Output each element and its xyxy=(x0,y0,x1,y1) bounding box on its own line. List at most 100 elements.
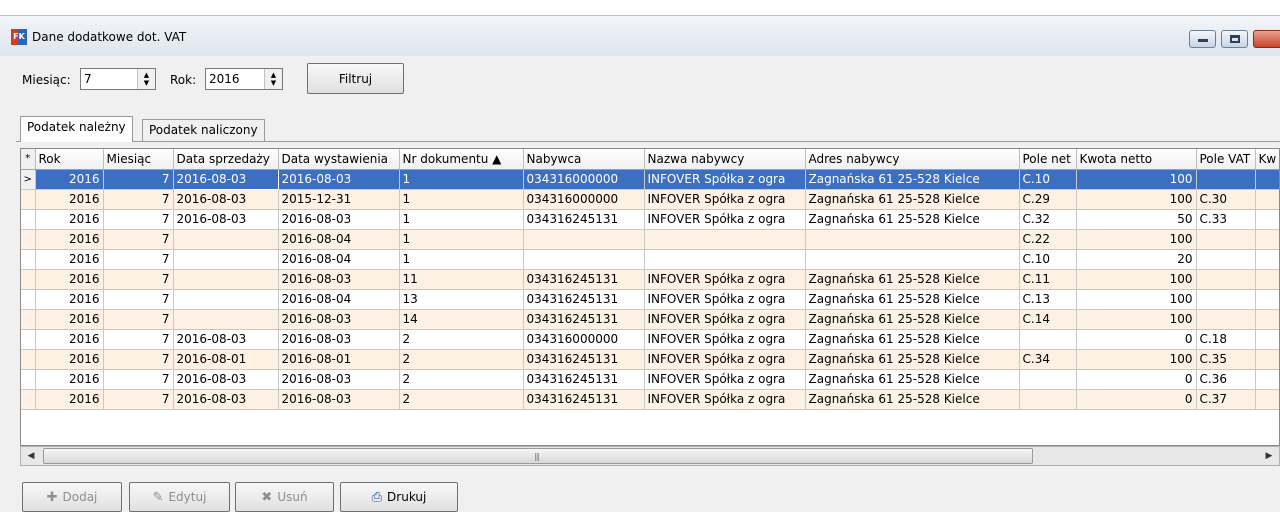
table-cell[interactable]: Zagnańska 61 25-528 Kielce xyxy=(805,329,1020,350)
col-header-buyer[interactable]: Nabywca xyxy=(523,149,645,170)
table-cell[interactable]: 2016 xyxy=(35,289,104,310)
table-cell[interactable]: 7 xyxy=(103,189,174,210)
table-cell[interactable] xyxy=(1255,309,1279,330)
table-cell[interactable]: 7 xyxy=(103,389,174,410)
table-cell[interactable]: 2016 xyxy=(35,209,104,230)
table-cell[interactable]: Zagnańska 61 25-528 Kielce xyxy=(805,169,1020,190)
spinner-arrows-icon[interactable]: ▲ ▼ xyxy=(137,69,155,89)
table-cell[interactable] xyxy=(1255,289,1279,310)
table-cell[interactable]: 2016-08-03 xyxy=(173,209,279,230)
col-header-vat-amount[interactable]: Kw xyxy=(1255,149,1279,170)
table-cell[interactable]: C.37 xyxy=(1196,389,1256,410)
vat-data-grid[interactable]: * Rok Miesiąc Data sprzedaży Data wystaw… xyxy=(20,148,1280,446)
table-cell[interactable]: C.10 xyxy=(1019,169,1077,190)
table-cell[interactable] xyxy=(1019,389,1077,410)
maximize-button[interactable] xyxy=(1221,30,1248,48)
minimize-button[interactable] xyxy=(1189,30,1216,48)
table-cell[interactable]: 2 xyxy=(399,369,524,390)
table-cell[interactable]: 1 xyxy=(399,229,524,250)
table-cell[interactable]: 7 xyxy=(103,269,174,290)
col-header-sale-date[interactable]: Data sprzedaży xyxy=(173,149,279,170)
row-indicator[interactable] xyxy=(21,249,36,270)
table-cell[interactable]: Zagnańska 61 25-528 Kielce xyxy=(805,269,1020,290)
table-cell[interactable]: 2016-08-03 xyxy=(173,189,279,210)
table-cell[interactable]: INFOVER Spółka z ogra xyxy=(644,329,806,350)
table-row[interactable]: >2016 7 2016-08-03 2016-08-03 1 034316000000 I… xyxy=(21,168,1279,190)
table-cell[interactable]: C.30 xyxy=(1196,189,1256,210)
table-cell[interactable]: C.35 xyxy=(1196,349,1256,370)
col-header-buyer-address[interactable]: Adres nabywcy xyxy=(805,149,1020,170)
table-cell[interactable]: 2016 xyxy=(35,189,104,210)
col-header-issue-date[interactable]: Data wystawienia xyxy=(278,149,400,170)
print-button[interactable]: ⎙ Drukuj xyxy=(340,482,458,512)
table-cell[interactable] xyxy=(1196,309,1256,330)
table-cell[interactable]: 7 xyxy=(103,349,174,370)
table-cell[interactable]: 2016-08-03 xyxy=(173,329,279,350)
table-cell[interactable]: 0 xyxy=(1076,329,1197,350)
table-cell[interactable]: 2016-08-03 xyxy=(278,369,400,390)
table-cell[interactable]: INFOVER Spółka z ogra xyxy=(644,289,806,310)
row-indicator[interactable] xyxy=(21,289,36,310)
table-cell[interactable]: 1 xyxy=(399,209,524,230)
table-cell[interactable]: 034316245131 xyxy=(523,349,645,370)
table-cell[interactable]: 034316245131 xyxy=(523,389,645,410)
table-cell[interactable]: 2016-08-04 xyxy=(278,289,400,310)
table-cell[interactable]: 034316245131 xyxy=(523,309,645,330)
table-cell[interactable]: 50 xyxy=(1076,209,1197,230)
row-indicator[interactable] xyxy=(21,229,36,250)
table-cell[interactable] xyxy=(523,249,645,270)
table-row[interactable]: 2016 7 2016-08-04 1 C.22 100 xyxy=(21,229,1279,250)
table-cell[interactable]: C.18 xyxy=(1196,329,1256,350)
table-cell[interactable]: 2016-08-01 xyxy=(278,349,400,370)
table-row[interactable]: 2016 7 2016-08-03 11 034316245131 INFOVER Spó… xyxy=(21,269,1279,290)
table-row[interactable]: 2016 7 2016-08-03 2015-12-31 1 034316000000 IN… xyxy=(21,189,1279,210)
table-cell[interactable]: 2 xyxy=(399,349,524,370)
table-cell[interactable]: 100 xyxy=(1076,309,1197,330)
table-cell[interactable]: 100 xyxy=(1076,169,1197,190)
table-cell[interactable]: 1 xyxy=(399,249,524,270)
table-cell[interactable] xyxy=(1255,269,1279,290)
col-header-month[interactable]: Miesiąc xyxy=(103,149,174,170)
table-cell[interactable]: 2016-08-03 xyxy=(278,269,400,290)
filter-button[interactable]: Filtruj xyxy=(307,63,404,94)
table-cell[interactable]: 14 xyxy=(399,309,524,330)
table-row[interactable]: 2016 7 2016-08-03 2016-08-03 1 034316245131 IN… xyxy=(21,209,1279,230)
row-indicator[interactable] xyxy=(21,269,36,290)
col-header-year[interactable]: Rok xyxy=(35,149,104,170)
table-cell[interactable] xyxy=(1255,369,1279,390)
table-cell[interactable]: 2016-08-01 xyxy=(173,349,279,370)
table-cell[interactable]: C.11 xyxy=(1019,269,1077,290)
table-cell[interactable] xyxy=(173,289,279,310)
table-cell[interactable]: 7 xyxy=(103,249,174,270)
table-cell[interactable]: Zagnańska 61 25-528 Kielce xyxy=(805,289,1020,310)
table-cell[interactable]: 2016-08-04 xyxy=(278,249,400,270)
table-cell[interactable]: 2016 xyxy=(35,369,104,390)
table-cell[interactable]: 2015-12-31 xyxy=(278,189,400,210)
table-cell[interactable]: 1 xyxy=(399,189,524,210)
col-header-buyer-name[interactable]: Nazwa nabywcy xyxy=(644,149,806,170)
col-header-net-field[interactable]: Pole net xyxy=(1019,149,1077,170)
table-cell[interactable] xyxy=(1019,329,1077,350)
table-cell[interactable]: 100 xyxy=(1076,349,1197,370)
row-indicator[interactable] xyxy=(21,309,36,330)
row-indicator[interactable] xyxy=(21,209,36,230)
add-button[interactable]: ✚ Dodaj xyxy=(22,482,122,512)
table-cell[interactable]: INFOVER Spółka z ogra xyxy=(644,269,806,290)
row-indicator[interactable] xyxy=(21,369,36,390)
table-cell[interactable]: 2016 xyxy=(35,349,104,370)
table-cell[interactable]: 2016-08-04 xyxy=(278,229,400,250)
table-cell[interactable] xyxy=(1255,249,1279,270)
table-cell[interactable]: INFOVER Spółka z ogra xyxy=(644,169,806,190)
table-row[interactable]: 2016 7 2016-08-03 2016-08-03 2 034316245131 IN… xyxy=(21,389,1279,410)
table-cell[interactable]: C.36 xyxy=(1196,369,1256,390)
table-cell[interactable]: 2016 xyxy=(35,309,104,330)
year-spinner[interactable]: 2016 ▲ ▼ xyxy=(205,68,283,90)
table-cell[interactable]: 20 xyxy=(1076,249,1197,270)
table-cell[interactable]: C.32 xyxy=(1019,209,1077,230)
table-cell[interactable]: 7 xyxy=(103,209,174,230)
table-cell[interactable]: 2016-08-03 xyxy=(173,389,279,410)
table-cell[interactable]: 100 xyxy=(1076,289,1197,310)
table-cell[interactable]: 2016 xyxy=(35,389,104,410)
table-row[interactable]: 2016 7 2016-08-03 2016-08-03 2 034316245131 IN… xyxy=(21,369,1279,390)
table-cell[interactable]: C.10 xyxy=(1019,249,1077,270)
